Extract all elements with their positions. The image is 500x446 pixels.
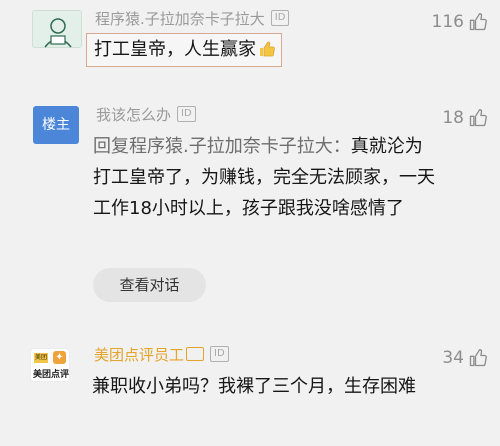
id-badge: ID	[177, 106, 196, 122]
avatar-caption: 美团点评	[33, 370, 70, 380]
like-count: 116	[431, 12, 464, 32]
comment-text: 打工皇帝，人生赢家	[94, 34, 276, 65]
verified-badge-icon	[186, 347, 205, 361]
comment-text: 兼职收小弟吗？我裸了三个月，生存困难	[92, 376, 416, 397]
thumbs-up-icon	[469, 349, 487, 367]
avatar[interactable]: 楼主	[33, 106, 79, 144]
id-badge: ID	[270, 10, 290, 26]
thumbs-up-icon	[469, 109, 487, 127]
like-count: 34	[442, 348, 464, 368]
like-button[interactable]: 34	[442, 348, 488, 368]
avatar[interactable]: 美团 ✦ 美团点评	[30, 348, 70, 382]
username[interactable]: 我该怎么办 ID	[96, 106, 196, 124]
id-badge: ID	[210, 346, 229, 362]
like-button[interactable]: 116	[432, 12, 488, 32]
programmer-avatar-icon	[44, 18, 72, 48]
comment-text: 回复程序猿.子拉加奈卡子拉大：真就沦为打工皇帝了，为赚钱，完全无法顾家，一天工作…	[93, 136, 435, 219]
username[interactable]: 美团点评员工 ID	[94, 346, 229, 364]
reply-prefix[interactable]: 回复程序猿.子拉加奈卡子拉大：	[93, 136, 351, 157]
meituan-logo: 美团	[34, 353, 48, 363]
thumbs-up-emoji-icon	[258, 36, 276, 57]
kangaroo-logo-icon: ✦	[53, 351, 66, 364]
view-dialog-button[interactable]: 查看对话	[93, 268, 206, 302]
like-button[interactable]: 18	[442, 108, 488, 128]
like-count: 18	[442, 108, 464, 128]
thumbs-up-icon	[469, 13, 487, 31]
avatar[interactable]	[32, 10, 82, 48]
username[interactable]: 程序猿.子拉加奈卡子拉大 ID	[95, 10, 290, 28]
